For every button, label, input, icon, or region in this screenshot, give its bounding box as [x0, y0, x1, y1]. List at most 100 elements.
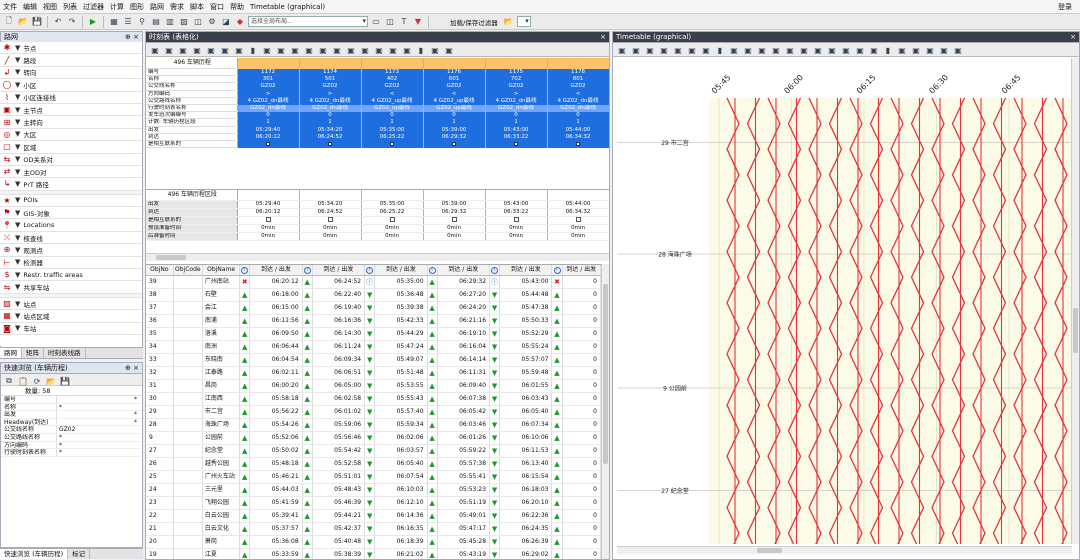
- journey-cell[interactable]: 4 GZ02_dn最线: [237, 97, 300, 105]
- journey-column-header[interactable]: [299, 58, 362, 69]
- fit-icon[interactable]: ▣: [952, 44, 964, 56]
- filter-icon[interactable]: ▼: [15, 81, 20, 89]
- quickview-row[interactable]: 出发 *: [1, 411, 142, 419]
- new-file-icon[interactable]: 🗋: [3, 16, 15, 28]
- time-cell[interactable]: 0: [562, 431, 601, 445]
- time-cell[interactable]: 06:01:55: [499, 379, 553, 393]
- sort-icon[interactable]: ▣: [826, 44, 838, 56]
- time-cell[interactable]: 05:47:17: [437, 522, 491, 536]
- grid-split-icon[interactable]: ▣: [672, 44, 684, 56]
- section-cell[interactable]: 06:20:12: [237, 208, 300, 217]
- time-cell[interactable]: 06:03:57: [374, 444, 428, 458]
- filter-icon[interactable]: ▼: [15, 56, 20, 64]
- journey-cell[interactable]: GZ02_dn最线: [299, 104, 362, 112]
- time-cell[interactable]: 0: [562, 340, 601, 354]
- table-row[interactable]: 36 南浦 ▲ 06:11:56 ▲ 06:16:36 ▼ 05:42:33 ▲ 06:21:16…: [146, 314, 601, 328]
- time-cell[interactable]: 05:50:02: [249, 444, 303, 458]
- journey-cell[interactable]: 1: [485, 118, 548, 127]
- time-cell[interactable]: 06:15:00: [249, 301, 303, 315]
- network-item[interactable]: ◯ ▼ 小区: [0, 79, 142, 92]
- table-row[interactable]: 32 江泰路 ▲ 06:02:11 ▲ 06:06:51 ▼ 05:51:48 ▲ 06:11:3…: [146, 366, 601, 380]
- time-cell[interactable]: 06:16:04: [437, 340, 491, 354]
- journey-cell[interactable]: 4 GZ02_up最线: [423, 97, 486, 105]
- journey-cell[interactable]: 0: [299, 111, 362, 119]
- section-cell[interactable]: 0min: [237, 232, 300, 241]
- table-row[interactable]: 30 江南西 ▲ 05:58:18 ▲ 06:02:58 ▼ 05:55:43 ▲ 06:07:3…: [146, 392, 601, 406]
- grid-view-icon[interactable]: ▣: [658, 44, 670, 56]
- time-cell[interactable]: 06:21:02: [374, 548, 428, 559]
- network-item[interactable]: ⇄ ▼ 主OD对: [0, 166, 142, 179]
- section-column-header[interactable]: [299, 190, 362, 201]
- select-icon[interactable]: ▣: [149, 44, 161, 56]
- save-icon[interactable]: 💾: [31, 16, 43, 28]
- journey-cell[interactable]: 702: [485, 75, 548, 83]
- menu-item[interactable]: 文件: [0, 0, 20, 14]
- tab-1[interactable]: 矩阵: [22, 348, 44, 358]
- time-cell[interactable]: 05:33:59: [249, 548, 303, 559]
- time-cell[interactable]: 06:05:40: [374, 457, 428, 471]
- section-cell[interactable]: [237, 216, 300, 225]
- time-cell[interactable]: 05:44:03: [249, 483, 303, 497]
- section-cell[interactable]: 0min: [485, 224, 548, 233]
- time-cell[interactable]: 06:29:32: [437, 275, 491, 289]
- journey-cell[interactable]: 1173: [361, 68, 424, 76]
- table-row[interactable]: 27 纪念堂 ▲ 05:50:02 ▲ 05:54:42 ▼ 06:03:57 ▲ 05:59:2…: [146, 444, 601, 458]
- time-cell[interactable]: 05:52:29: [499, 327, 553, 341]
- section-column-header[interactable]: [485, 190, 548, 201]
- table-row[interactable]: 34 南洲 ▲ 06:06:44 ▲ 06:11:24 ▼ 05:47:24 ▲ 06:16:04…: [146, 340, 601, 354]
- menu-item[interactable]: 过滤器: [80, 0, 107, 14]
- time-cell[interactable]: 06:01:02: [312, 405, 366, 419]
- table-row[interactable]: 39 广州南站 ✖ 06:20:12 ▲ 06:24:52 ⓘ 05:35:00 ▲ 06:29:…: [146, 275, 601, 289]
- time-cell[interactable]: 05:58:18: [249, 392, 303, 406]
- close-icon[interactable]: ⊕ ×: [125, 363, 142, 373]
- checkbox[interactable]: [451, 217, 457, 222]
- graph-horizontal-scrollbar[interactable]: [617, 546, 1072, 554]
- objcode-header[interactable]: ObjCode: [173, 265, 203, 276]
- filter-icon[interactable]: ▼: [15, 209, 20, 217]
- time-cell[interactable]: 06:06:44: [249, 340, 303, 354]
- time-cell[interactable]: 06:26:39: [499, 535, 553, 549]
- network-item[interactable]: ▨ ▼ 站点: [0, 298, 142, 311]
- quickview-tab-0[interactable]: 快速浏览 (车辆历程): [0, 549, 69, 559]
- table-row[interactable]: 19 江夏 ▲ 05:33:59 ▲ 05:38:39 ▼ 06:21:02 ▲ 05:43:19…: [146, 548, 601, 559]
- section-cell[interactable]: 0min: [423, 232, 486, 241]
- red-stop-icon[interactable]: ▮: [415, 44, 427, 56]
- section-cell[interactable]: 05:44:00: [547, 200, 609, 209]
- journey-cell[interactable]: 05:34:20: [299, 126, 362, 134]
- journey-cell[interactable]: GZ02_dn最线: [237, 104, 300, 112]
- nav-icon[interactable]: ▣: [868, 44, 880, 56]
- journey-cell[interactable]: 4 GZ02_dn最线: [299, 97, 362, 105]
- journey-cell[interactable]: [485, 140, 548, 148]
- journey-column-header[interactable]: [423, 58, 486, 69]
- info-icon[interactable]: i: [428, 267, 436, 274]
- layout-view-icon[interactable]: ▭: [370, 16, 382, 28]
- menu-item[interactable]: 图形: [127, 0, 147, 14]
- network-item[interactable]: ⇆ ▼ OD关系对: [0, 154, 142, 166]
- time-cell[interactable]: 0: [562, 405, 601, 419]
- time-cell[interactable]: 05:51:48: [374, 366, 428, 380]
- time-cell[interactable]: 0: [562, 535, 601, 549]
- journey-cell[interactable]: 05:35:00: [361, 126, 424, 134]
- time-cell[interactable]: 06:20:12: [249, 275, 303, 289]
- journey-cell[interactable]: 4 GZ02_dn最线: [547, 97, 609, 105]
- time-cell[interactable]: 05:43:19: [437, 548, 491, 559]
- journey-cell[interactable]: GZ02: [547, 82, 609, 91]
- row-icon[interactable]: ▣: [233, 44, 245, 56]
- time-cell[interactable]: 06:02:58: [312, 392, 366, 406]
- network-item[interactable]: ⊢ ▼ 检测器: [0, 257, 142, 270]
- time-cell[interactable]: 05:45:28: [437, 535, 491, 549]
- time-cell[interactable]: 0: [562, 327, 601, 341]
- nav-icon[interactable]: ▣: [401, 44, 413, 56]
- next-icon[interactable]: ▣: [303, 44, 315, 56]
- journey-column-header[interactable]: [237, 58, 300, 69]
- table-icon[interactable]: ▣: [896, 44, 908, 56]
- section-cell[interactable]: 0min: [547, 224, 609, 233]
- network-item[interactable]: ▣ ▼ 主节点: [0, 104, 142, 117]
- time-cell[interactable]: 05:56:22: [249, 405, 303, 419]
- chain-icon[interactable]: ▣: [275, 44, 287, 56]
- time-cell[interactable]: 06:11:31: [437, 366, 491, 380]
- journey-cell[interactable]: 1176: [423, 68, 486, 76]
- open-file-icon[interactable]: 📂: [17, 16, 29, 28]
- journey-cell[interactable]: 05:44:00: [547, 126, 609, 134]
- menu-item[interactable]: 帮助: [227, 0, 247, 14]
